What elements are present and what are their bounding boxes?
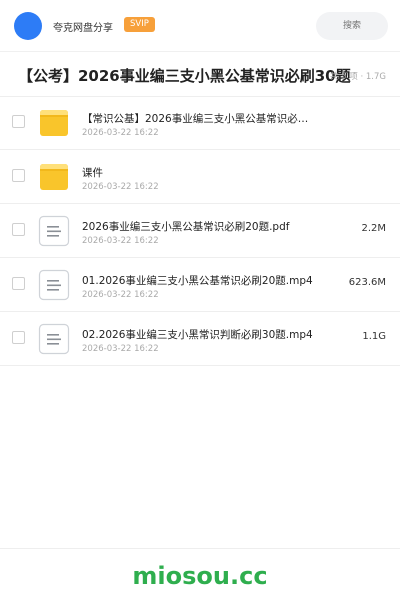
file-row[interactable]: 课件 2026-03-22 16:22 [0, 150, 400, 204]
file-list: 【常识公基】2026事业编三支小黑公基常识必刷30题 2026-03-22 16… [0, 96, 400, 366]
file-date: 2026-03-22 16:22 [82, 290, 159, 300]
page-title: 【公考】2026事业编三支小黑公基常识必刷30题 [18, 67, 351, 85]
file-date: 2026-03-22 16:22 [82, 236, 159, 246]
share-summary: 共 5 项 · 1.7G [329, 72, 386, 82]
row-checkbox[interactable] [12, 223, 25, 236]
file-date: 2026-03-22 16:22 [82, 128, 159, 138]
row-checkbox[interactable] [12, 277, 25, 290]
top-bar: 夸克网盘分享 SVIP [0, 0, 400, 52]
search-input[interactable] [316, 12, 388, 40]
file-name: 01.2026事业编三支小黑公基常识必刷20题.mp4 [82, 275, 313, 287]
file-name: 【常识公基】2026事业编三支小黑公基常识必刷30题 [82, 113, 314, 125]
file-name: 2026事业编三支小黑公基常识必刷20题.pdf [82, 221, 290, 233]
file-name: 02.2026事业编三支小黑常识判断必刷30题.mp4 [82, 329, 313, 341]
footer-divider [0, 548, 400, 549]
app-name: 夸克网盘分享 [53, 23, 113, 34]
row-checkbox[interactable] [12, 115, 25, 128]
svip-badge: SVIP [124, 17, 155, 32]
document-icon [38, 323, 70, 355]
file-row[interactable]: 【常识公基】2026事业编三支小黑公基常识必刷30题 2026-03-22 16… [0, 96, 400, 150]
avatar[interactable] [14, 12, 42, 40]
file-size: 2.2M [361, 223, 386, 234]
file-date: 2026-03-22 16:22 [82, 344, 159, 354]
file-size: 623.6M [348, 277, 386, 288]
document-icon [38, 215, 70, 247]
file-size: 1.1G [362, 331, 386, 342]
row-checkbox[interactable] [12, 169, 25, 182]
folder-icon [40, 110, 68, 136]
site-watermark: miosou.cc [132, 562, 268, 590]
file-date: 2026-03-22 16:22 [82, 182, 159, 192]
row-checkbox[interactable] [12, 331, 25, 344]
share-title-row: 【公考】2026事业编三支小黑公基常识必刷30题 共 5 项 · 1.7G [0, 53, 400, 97]
folder-icon [40, 164, 68, 190]
file-name: 课件 [82, 167, 103, 179]
file-row[interactable]: 2026事业编三支小黑公基常识必刷20题.pdf 2026-03-22 16:2… [0, 204, 400, 258]
document-icon [38, 269, 70, 301]
file-row[interactable]: 02.2026事业编三支小黑常识判断必刷30题.mp4 2026-03-22 1… [0, 312, 400, 366]
file-row[interactable]: 01.2026事业编三支小黑公基常识必刷20题.mp4 2026-03-22 1… [0, 258, 400, 312]
